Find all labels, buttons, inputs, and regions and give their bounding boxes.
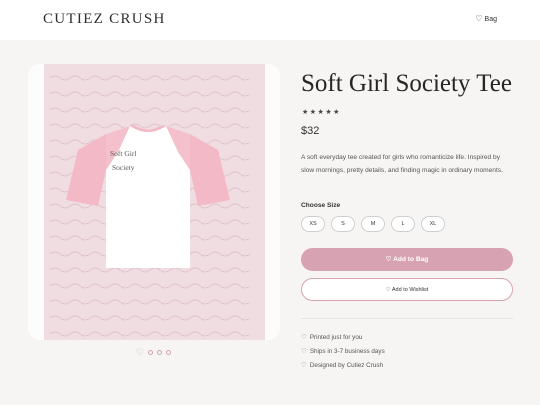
size-m-button[interactable]: M <box>361 216 385 232</box>
info-text: Designed by Cutiez Crush <box>309 362 383 369</box>
size-label: Choose Size <box>301 202 341 209</box>
heart-icon: ♡ <box>301 362 307 369</box>
bag-label: Bag <box>484 15 497 23</box>
bag-link[interactable]: ♡ Bag <box>475 15 497 23</box>
gallery-dot[interactable] <box>166 350 172 355</box>
info-text: Ships in 3-7 business days <box>309 348 385 355</box>
product-title: Soft Girl Society Tee <box>301 70 512 97</box>
product-image[interactable]: Soft Girl Society <box>44 64 265 340</box>
gallery-pagination: ♡ <box>136 348 172 357</box>
info-item: ♡ Printed just for you <box>301 333 362 341</box>
rating-stars: ★★★★★ <box>302 109 341 116</box>
site-logo[interactable]: CUTIEZ CRUSH <box>43 11 166 28</box>
gallery-heart-icon[interactable]: ♡ <box>136 348 144 357</box>
add-to-bag-button[interactable]: ♡ Add to Bag <box>301 248 513 271</box>
heart-icon: ♡ <box>301 348 307 355</box>
size-xl-button[interactable]: XL <box>421 216 445 232</box>
gallery-dot[interactable] <box>148 350 154 355</box>
right-sleeve <box>190 134 230 206</box>
raglan-tee: Soft Girl Society <box>66 125 230 268</box>
tshirt-illustration: Soft Girl Society <box>66 125 230 268</box>
gallery-dot[interactable] <box>157 350 163 355</box>
info-item: ♡ Ships in 3-7 business days <box>301 347 385 355</box>
heart-icon: ♡ <box>301 334 307 341</box>
left-sleeve <box>66 134 106 206</box>
size-xs-button[interactable]: XS <box>301 216 325 232</box>
heart-icon: ♡ <box>475 14 483 23</box>
divider <box>301 318 513 319</box>
tee-print-line2: Society <box>112 163 135 172</box>
tee-print-line1: Soft Girl <box>110 149 136 158</box>
product-description: A soft everyday tee created for girls wh… <box>301 154 503 174</box>
add-to-wishlist-button[interactable]: ♡ Add to Wishlist <box>301 278 513 301</box>
product-price: $32 <box>301 125 320 137</box>
size-l-button[interactable]: L <box>391 216 415 232</box>
size-options: XS S M L XL <box>301 216 445 232</box>
info-text: Printed just for you <box>309 334 363 341</box>
size-s-button[interactable]: S <box>331 216 355 232</box>
product-image-card: Soft Girl Society <box>28 64 280 340</box>
info-item: ♡ Designed by Cutiez Crush <box>301 361 383 369</box>
site-header: CUTIEZ CRUSH ♡ Bag <box>0 0 540 40</box>
